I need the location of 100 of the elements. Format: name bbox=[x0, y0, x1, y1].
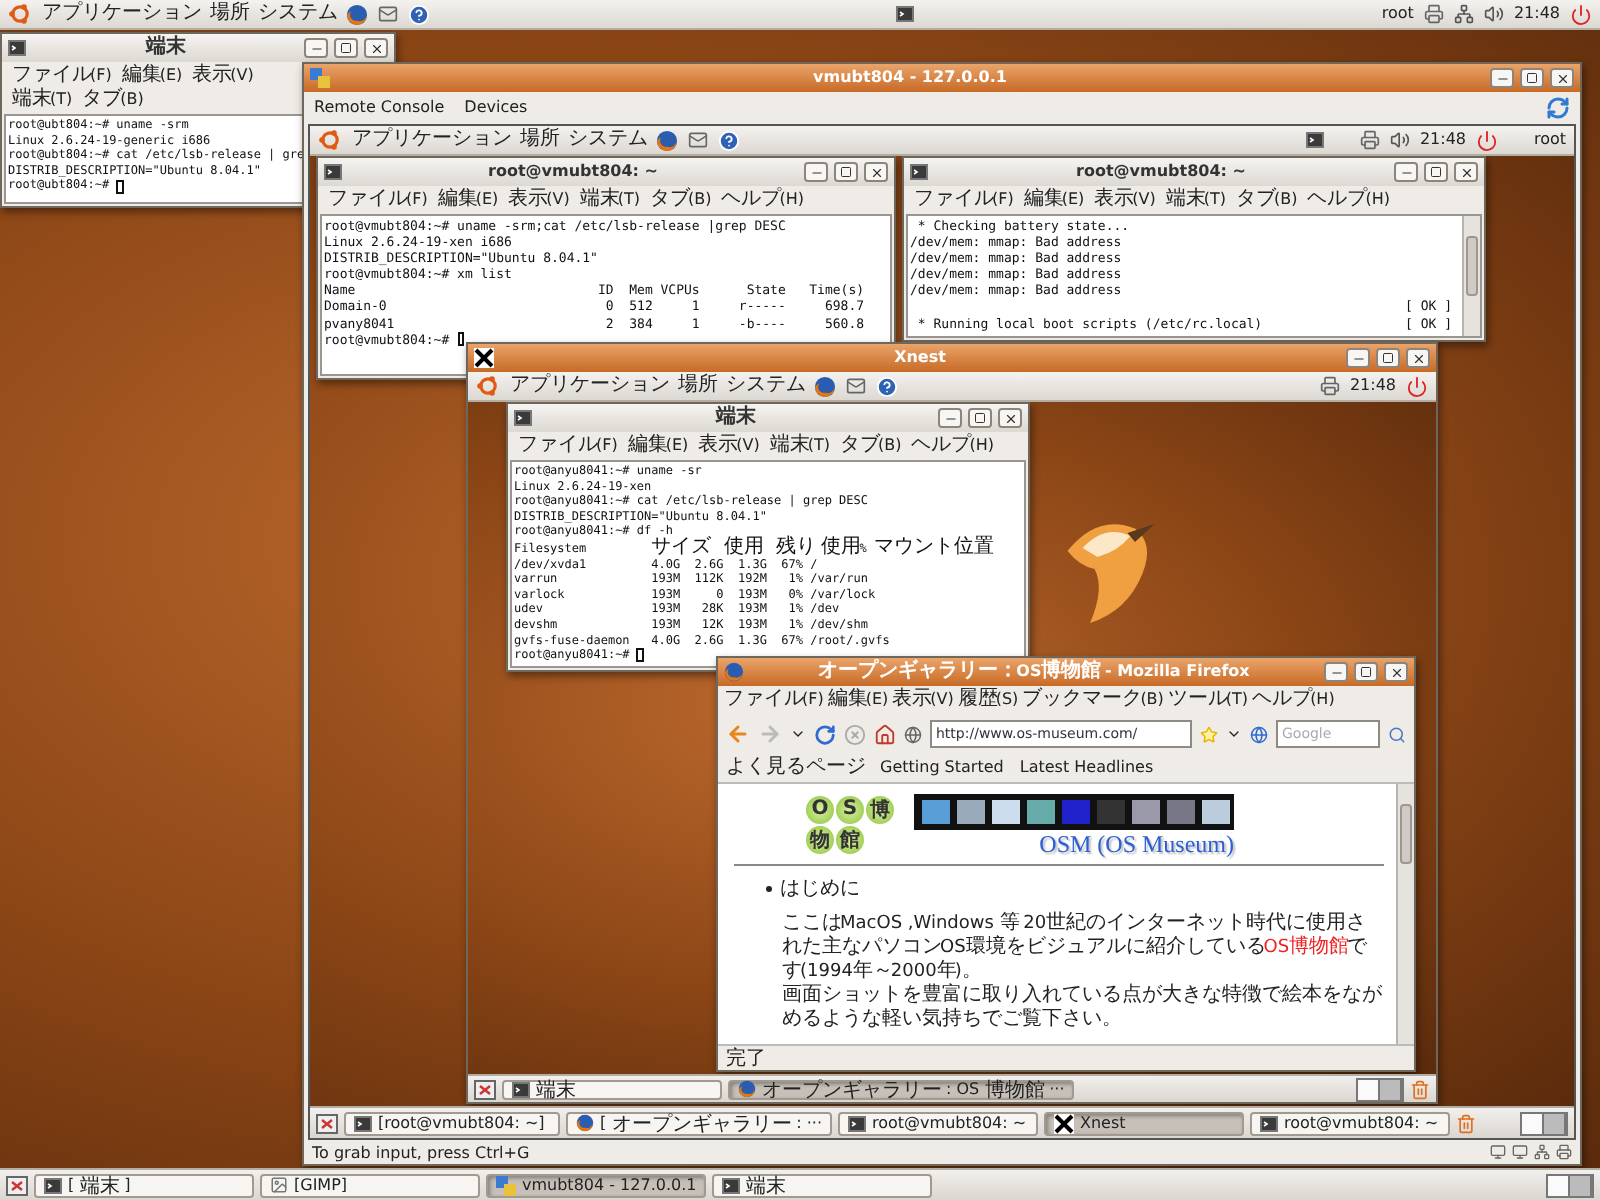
menu-item[interactable]: 表示(V) bbox=[698, 434, 760, 458]
taskbar-button[interactable]: [オープンギャラリー : ··· bbox=[566, 1111, 832, 1135]
circle-logo-icon[interactable] bbox=[8, 2, 32, 26]
clock-text[interactable]: 21:48 bbox=[1349, 374, 1396, 398]
close-button[interactable] bbox=[998, 408, 1022, 428]
taskbar-button[interactable]: 端末 bbox=[712, 1173, 933, 1197]
refresh-icon[interactable] bbox=[1546, 96, 1570, 120]
close-button[interactable] bbox=[1454, 162, 1478, 182]
workspace-switcher[interactable] bbox=[1520, 1111, 1568, 1135]
panel-menu[interactable]: 場所 bbox=[678, 374, 716, 398]
panel-menu[interactable]: システム bbox=[258, 2, 336, 26]
menu-item[interactable]: ヘルプ(H) bbox=[1307, 188, 1390, 212]
taskbar-button[interactable]: vmubt804 - 127.0.0.1 bbox=[486, 1173, 707, 1197]
close-button[interactable] bbox=[1384, 662, 1408, 682]
maximize-button[interactable] bbox=[334, 38, 358, 58]
menu-item[interactable]: ファイル(F) bbox=[518, 434, 618, 458]
taskbar-button[interactable]: Xnest bbox=[1044, 1111, 1244, 1135]
workspace-switcher[interactable] bbox=[1356, 1077, 1404, 1101]
mail-icon[interactable] bbox=[378, 4, 398, 24]
taskbar-button[interactable]: オープンギャラリー : OS博物館 ··· bbox=[728, 1079, 1075, 1099]
taskbar-button[interactable]: root@vmubt804: ~ bbox=[1250, 1111, 1450, 1135]
taskbar-button[interactable]: 端末 bbox=[502, 1079, 722, 1099]
engine-icon[interactable] bbox=[1250, 725, 1268, 743]
menu-item[interactable]: 表示(V) bbox=[508, 188, 570, 212]
maximize-button[interactable] bbox=[1520, 68, 1544, 88]
bookmark-item[interactable]: Latest Headlines bbox=[1019, 756, 1154, 780]
menu-item[interactable]: 編集(E) bbox=[121, 64, 183, 88]
menu-item[interactable]: Remote Console bbox=[314, 96, 445, 120]
maximize-button[interactable] bbox=[834, 162, 858, 182]
scrollbar-thumb[interactable] bbox=[1466, 236, 1478, 296]
help-icon[interactable] bbox=[876, 375, 898, 397]
menu-item[interactable]: 表示(V) bbox=[192, 64, 254, 88]
menu-item[interactable]: 履歴(S) bbox=[957, 688, 1019, 712]
close-button[interactable] bbox=[1406, 348, 1430, 368]
menu-item[interactable]: ファイル(F) bbox=[12, 64, 112, 88]
scrollbar[interactable] bbox=[1462, 216, 1480, 336]
menu-item[interactable]: 端末(T) bbox=[769, 434, 830, 458]
maximize-button[interactable] bbox=[1376, 348, 1400, 368]
workspace-switcher[interactable] bbox=[1546, 1173, 1594, 1197]
browser-logo-icon[interactable] bbox=[656, 129, 678, 151]
taskbar-button[interactable]: [GIMP] bbox=[260, 1173, 480, 1197]
panel-menu[interactable]: 場所 bbox=[210, 2, 248, 26]
menu-item[interactable]: ヘルプ(H) bbox=[1252, 688, 1335, 712]
printer-icon[interactable] bbox=[1319, 376, 1340, 396]
menu-item[interactable]: ファイル(F) bbox=[724, 688, 824, 712]
maximize-button[interactable] bbox=[1354, 662, 1378, 682]
mail-icon[interactable] bbox=[688, 130, 708, 150]
scrollbar[interactable] bbox=[1396, 784, 1414, 1044]
menu-item[interactable]: 端末(T) bbox=[1165, 188, 1226, 212]
panel-menu[interactable]: システム bbox=[568, 128, 646, 152]
menu-item[interactable]: ツール(T) bbox=[1167, 688, 1249, 712]
menu-item[interactable]: 端末(T) bbox=[12, 88, 73, 112]
menu-item[interactable]: 表示(V) bbox=[1094, 188, 1156, 212]
show-desktop-icon[interactable] bbox=[6, 1175, 28, 1195]
printer-icon[interactable] bbox=[1556, 1144, 1572, 1160]
show-desktop-icon[interactable] bbox=[316, 1113, 338, 1133]
dropdown-icon[interactable] bbox=[1226, 726, 1242, 742]
menu-item[interactable]: ヘルプ(H) bbox=[911, 434, 994, 458]
home-icon[interactable] bbox=[874, 723, 896, 745]
menu-item[interactable]: 編集(E) bbox=[627, 434, 689, 458]
user-name[interactable]: root bbox=[1533, 128, 1567, 152]
reload-icon[interactable] bbox=[814, 723, 836, 745]
menu-item[interactable]: ブックマーク(B) bbox=[1022, 688, 1164, 712]
bookmark-item[interactable]: Getting Started bbox=[880, 756, 1004, 780]
browser-logo-icon[interactable] bbox=[346, 3, 368, 25]
menu-item[interactable]: タブ(B) bbox=[1236, 188, 1298, 212]
power-icon[interactable] bbox=[1476, 129, 1498, 151]
trash-icon[interactable] bbox=[1410, 1079, 1430, 1099]
menu-item[interactable]: 編集(E) bbox=[1023, 188, 1085, 212]
menu-item[interactable]: ヘルプ(H) bbox=[721, 188, 804, 212]
help-icon[interactable] bbox=[718, 129, 740, 151]
printer-icon[interactable] bbox=[1359, 130, 1380, 150]
menu-item[interactable]: 編集(E) bbox=[827, 688, 889, 712]
network-icon[interactable] bbox=[1453, 4, 1474, 24]
volume-icon[interactable] bbox=[1389, 130, 1410, 150]
volume-icon[interactable] bbox=[1483, 4, 1504, 24]
museum-link[interactable]: OS博物館 bbox=[1263, 938, 1348, 958]
menu-item[interactable]: 編集(E) bbox=[437, 188, 499, 212]
panel-menu[interactable]: 場所 bbox=[520, 128, 558, 152]
menu-item[interactable]: Devices bbox=[464, 96, 528, 120]
maximize-button[interactable] bbox=[968, 408, 992, 428]
panel-menu[interactable]: システム bbox=[726, 374, 804, 398]
power-icon[interactable] bbox=[1570, 3, 1593, 25]
taskbar-button[interactable]: root@vmubt804: ~ bbox=[838, 1111, 1038, 1135]
clock-text[interactable]: 21:48 bbox=[1513, 2, 1561, 26]
bookmark-item[interactable]: よく見るページ bbox=[726, 756, 864, 780]
menu-item[interactable]: ファイル(F) bbox=[914, 188, 1014, 212]
scrollbar-thumb[interactable] bbox=[1400, 804, 1412, 864]
clock-text[interactable]: 21:48 bbox=[1419, 128, 1466, 152]
taskbar-button[interactable]: [root@vmubt804: ~] bbox=[344, 1111, 560, 1135]
menu-item[interactable]: 表示(V) bbox=[892, 688, 954, 712]
menu-item[interactable]: 端末(T) bbox=[579, 188, 640, 212]
taskbar-button[interactable]: [端末] bbox=[34, 1173, 254, 1197]
panel-menu[interactable]: アプリケーション bbox=[352, 128, 510, 152]
menu-item[interactable]: タブ(B) bbox=[650, 188, 712, 212]
close-button[interactable] bbox=[1550, 68, 1574, 88]
close-button[interactable] bbox=[864, 162, 888, 182]
circle-logo-icon[interactable] bbox=[318, 128, 342, 152]
search-icon[interactable] bbox=[1388, 725, 1406, 743]
printer-icon[interactable] bbox=[1423, 4, 1444, 24]
